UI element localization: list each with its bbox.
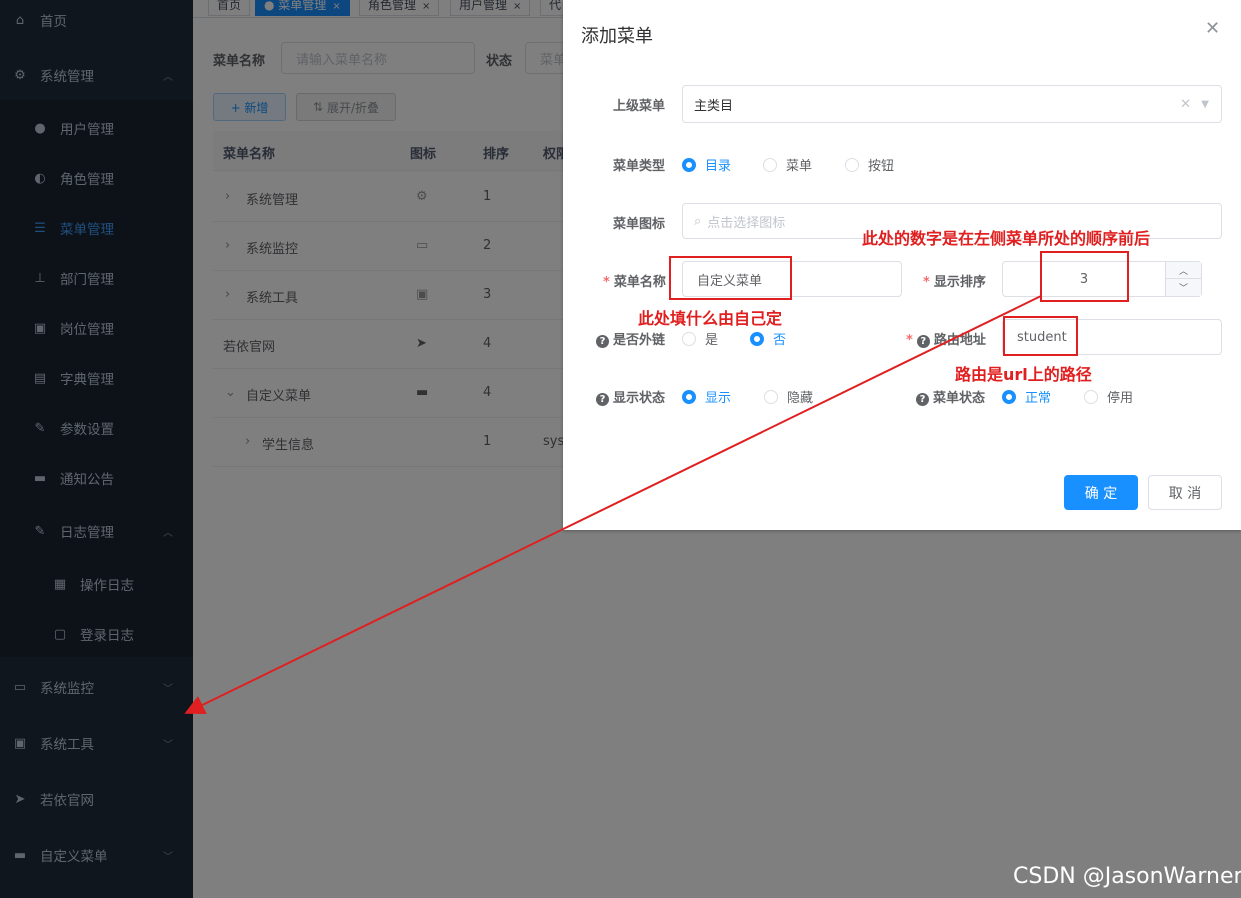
- annotation-order-note: 此处的数字是在左侧菜单所处的顺序前后: [862, 229, 1151, 248]
- annotation-box-route: [1003, 316, 1078, 356]
- annotation-route-note: 路由是url上的路径: [955, 365, 1092, 384]
- annotation-arrow: [184, 295, 1042, 714]
- annotation-name-note: 此处填什么由自己定: [638, 309, 783, 328]
- watermark: CSDN @JasonWarner: [1013, 864, 1241, 889]
- annotation-box-name: [669, 256, 792, 300]
- annotation-box-order: [1040, 251, 1129, 302]
